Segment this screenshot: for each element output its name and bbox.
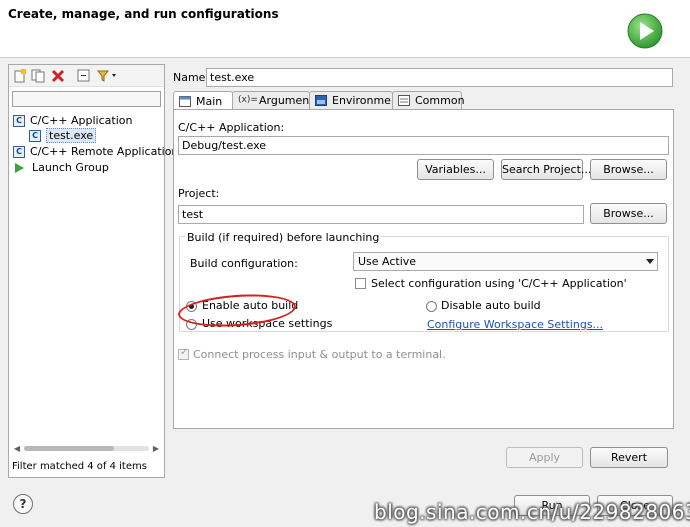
browse-application-button[interactable]: Browse... — [590, 159, 667, 180]
scroll-right-icon[interactable]: ▶ — [151, 443, 161, 454]
dialog-header: Create, manage, and run configurations — [0, 0, 690, 58]
configuration-list-panel: C C/C++ Application C test.exe C C/C++ R… — [8, 64, 178, 478]
project-label: Project: — [178, 187, 220, 200]
tree-item-label: test.exe — [46, 128, 97, 143]
scroll-left-icon[interactable]: ◀ — [12, 443, 22, 454]
chevron-down-icon — [646, 259, 654, 264]
enable-auto-build-radio[interactable] — [186, 301, 197, 312]
tab-arguments[interactable]: (x)= Arguments — [232, 91, 319, 109]
new-configuration-icon[interactable] — [13, 69, 27, 83]
revert-button[interactable]: Revert — [590, 447, 668, 468]
collapse-all-icon[interactable] — [77, 69, 91, 83]
tab-common[interactable]: Common — [392, 91, 465, 109]
cpp-application-input[interactable]: Debug/test.exe — [178, 136, 669, 155]
arguments-tab-icon: (x)= — [238, 95, 258, 105]
c-app-icon: C — [13, 145, 25, 158]
tree-item-label: C/C++ Remote Application — [30, 145, 179, 158]
configure-workspace-link[interactable]: Configure Workspace Settings... — [427, 318, 603, 331]
c-app-icon: C — [29, 129, 41, 142]
project-input[interactable]: test — [178, 205, 584, 224]
tab-label: Main — [196, 94, 223, 108]
configuration-toolbar — [9, 65, 164, 87]
search-project-button[interactable]: Search Project... — [501, 159, 591, 180]
connect-terminal-checkbox[interactable]: ✓ — [178, 347, 189, 360]
filter-status: Filter matched 4 of 4 items — [12, 461, 147, 472]
disable-auto-build-label: Disable auto build — [441, 299, 541, 312]
tab-environment[interactable]: Environment — [309, 91, 402, 109]
tree-item-cpp-remote-application[interactable]: C C/C++ Remote Application — [13, 144, 178, 159]
build-configuration-select[interactable]: Use Active — [353, 252, 658, 271]
launch-group-icon — [15, 162, 24, 173]
tree-item-cpp-application[interactable]: C C/C++ Application — [13, 113, 132, 128]
variables-button[interactable]: Variables... — [417, 159, 494, 180]
connect-terminal-label: Connect process input & output to a term… — [193, 348, 446, 361]
duplicate-icon[interactable] — [31, 69, 45, 83]
tree-item-test-exe[interactable]: C test.exe — [29, 128, 97, 143]
main-tab-panel: C/C++ Application: Debug/test.exe Variab… — [173, 109, 674, 429]
name-label: Name: — [173, 71, 210, 84]
scroll-thumb[interactable] — [24, 446, 114, 451]
apply-button[interactable]: Apply — [506, 447, 583, 468]
run-play-icon — [626, 12, 664, 50]
scroll-track[interactable] — [24, 446, 149, 451]
main-tab-icon — [179, 95, 191, 107]
filter-input[interactable] — [12, 91, 161, 107]
filter-icon[interactable] — [96, 69, 116, 83]
select-configuration-checkbox[interactable] — [355, 278, 366, 289]
browse-project-button[interactable]: Browse... — [590, 203, 667, 224]
environment-tab-icon — [315, 95, 327, 106]
horizontal-scrollbar[interactable]: ◀ ▶ — [12, 443, 161, 454]
select-configuration-label: Select configuration using 'C/C++ Applic… — [371, 277, 627, 290]
enable-auto-build-label: Enable auto build — [202, 299, 299, 312]
help-icon[interactable]: ? — [13, 494, 33, 514]
watermark: blog.sina.com.cn/u/2298280634 — [374, 500, 690, 524]
tree-item-launch-group[interactable]: Launch Group — [13, 160, 109, 175]
build-configuration-value: Use Active — [358, 255, 417, 268]
tab-label: Common — [415, 94, 465, 107]
tree-item-label: Launch Group — [32, 161, 109, 174]
delete-icon[interactable] — [51, 69, 65, 83]
name-input[interactable]: test.exe — [206, 68, 673, 87]
common-tab-icon — [398, 95, 410, 106]
use-workspace-settings-label: Use workspace settings — [202, 317, 333, 330]
tree-item-label: C/C++ Application — [30, 114, 133, 127]
use-workspace-settings-radio[interactable] — [186, 319, 197, 330]
tab-main[interactable]: Main — [173, 91, 233, 110]
build-group-label: Build (if required) before launching — [185, 231, 382, 244]
disable-auto-build-radio[interactable] — [426, 301, 437, 312]
c-app-icon: C — [13, 114, 25, 127]
dialog-title: Create, manage, and run configurations — [8, 7, 279, 21]
cpp-application-label: C/C++ Application: — [178, 121, 285, 134]
build-configuration-label: Build configuration: — [190, 257, 298, 270]
build-group: Build configuration: Use Active Select c… — [179, 236, 669, 332]
